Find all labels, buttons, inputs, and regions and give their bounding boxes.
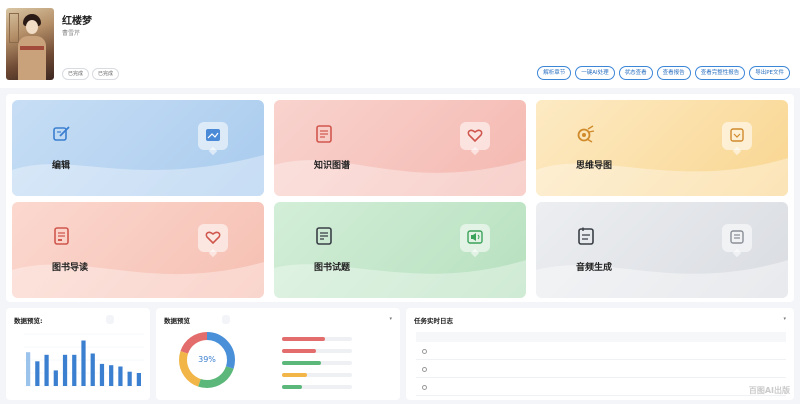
- donut-chart: 39%: [179, 332, 235, 388]
- progress-fill: [282, 373, 307, 377]
- watermark: 百图AI出版: [748, 386, 790, 395]
- status-badge: 已完成: [62, 68, 90, 80]
- progress-fill: [282, 349, 316, 353]
- card-title: 图书导读: [52, 263, 89, 273]
- bar[interactable]: [81, 340, 86, 387]
- progress-track: [282, 361, 352, 365]
- bar[interactable]: [99, 363, 105, 386]
- bar[interactable]: [53, 370, 58, 386]
- photo-badge-icon: [198, 122, 228, 156]
- donut-center-label: 39%: [198, 355, 216, 364]
- chart-badge-icon: [722, 122, 752, 156]
- bar[interactable]: [62, 354, 68, 386]
- integrity-report-button[interactable]: 查看完整性报告: [694, 66, 746, 80]
- progress-fill: [282, 385, 302, 389]
- bar[interactable]: [90, 353, 95, 387]
- progress-track: [282, 373, 352, 377]
- card-audio[interactable]: 音频生成: [536, 202, 788, 298]
- status-view-button[interactable]: 状态查看: [618, 66, 653, 80]
- export-file-button[interactable]: 导出PE文件: [749, 66, 790, 80]
- quiz-icon: [316, 227, 332, 245]
- card-book-guide[interactable]: 图书导读: [12, 202, 264, 298]
- table-row[interactable]: [416, 380, 786, 396]
- bar[interactable]: [109, 365, 114, 386]
- data-stats-panel: 数据预览 ▾ 39%: [156, 308, 400, 400]
- chevron-down-icon[interactable]: ▾: [783, 316, 786, 322]
- card-title: 编辑: [52, 161, 71, 171]
- task-log-panel: 任务实时日志 ▾ 百图AI出版: [406, 308, 794, 400]
- book-header: 红楼梦 曹雪芹 已完成 已完成 解析章节 一键AI处理 状态查看 查看报告 查看…: [0, 0, 800, 88]
- data-overview-panel: 数据预览:: [6, 308, 150, 400]
- status-badge: 已完成: [92, 68, 120, 80]
- progress-track: [282, 385, 352, 389]
- bar[interactable]: [136, 373, 141, 386]
- knowledge-graph-icon: [316, 125, 332, 143]
- card-edit[interactable]: 编辑: [12, 100, 264, 196]
- feature-grid: 编辑 知识图谱 思维导图 图书导读 图书试题 音频生成: [6, 94, 794, 302]
- book-cover[interactable]: [6, 8, 54, 80]
- parse-chapters-button[interactable]: 解析章节: [537, 66, 572, 80]
- bar[interactable]: [118, 366, 123, 387]
- card-knowledge-graph[interactable]: 知识图谱: [274, 100, 526, 196]
- book-title: 红楼梦: [62, 16, 92, 27]
- card-mind-map[interactable]: 思维导图: [536, 100, 788, 196]
- progress-fill: [282, 337, 326, 341]
- panel-title: 数据预览:: [14, 317, 43, 325]
- ai-process-button[interactable]: 一键AI处理: [575, 66, 615, 80]
- action-toolbar: 解析章节 一键AI处理 状态查看 查看报告 查看完整性报告 导出PE文件: [537, 66, 790, 80]
- log-table-header: [416, 332, 786, 342]
- edit-icon: [53, 126, 70, 141]
- chevron-down-icon[interactable]: ▾: [389, 316, 392, 322]
- card-book-quiz[interactable]: 图书试题: [274, 202, 526, 298]
- view-report-button[interactable]: 查看报告: [656, 66, 691, 80]
- bar[interactable]: [26, 352, 31, 386]
- progress-fill: [282, 361, 321, 365]
- card-title: 音频生成: [576, 263, 613, 273]
- mind-map-icon: [577, 125, 595, 143]
- progress-track: [282, 337, 352, 341]
- progress-track: [282, 349, 352, 353]
- bar[interactable]: [127, 371, 132, 386]
- book-badge-icon: [722, 224, 752, 258]
- panel-title: 任务实时日志: [414, 317, 453, 325]
- card-title: 图书试题: [314, 263, 351, 273]
- table-row[interactable]: [416, 362, 786, 378]
- book-guide-icon: [54, 227, 69, 245]
- card-title: 知识图谱: [314, 161, 351, 171]
- book-author: 曹雪芹: [62, 30, 81, 37]
- speaker-badge-icon: [460, 224, 490, 258]
- range-select[interactable]: [106, 315, 114, 324]
- bar[interactable]: [35, 361, 40, 386]
- bar[interactable]: [44, 354, 49, 386]
- audio-icon: [578, 227, 594, 245]
- heart-badge-icon: [198, 224, 228, 258]
- card-title: 思维导图: [576, 161, 613, 171]
- heart-badge-icon: [460, 122, 490, 156]
- table-row[interactable]: [416, 344, 786, 360]
- bar[interactable]: [72, 354, 77, 386]
